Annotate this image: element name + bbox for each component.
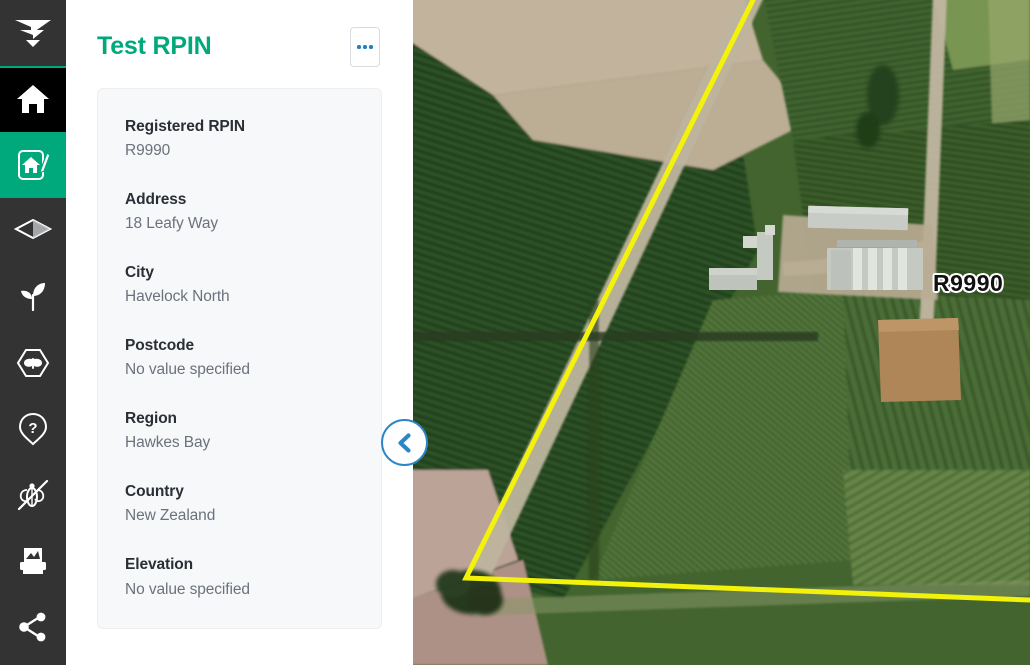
satellite-basemap — [413, 0, 1030, 665]
page-title: Test RPIN — [97, 32, 212, 61]
field-value: Hawkes Bay — [125, 434, 211, 452]
field-value: R9990 — [125, 142, 171, 160]
field-label: City — [125, 264, 154, 282]
field-value: Havelock North — [125, 288, 230, 306]
share-icon — [17, 611, 49, 643]
sidebar-item-no-pest[interactable] — [0, 462, 66, 528]
svg-text:?: ? — [28, 420, 37, 437]
sidebar-accent-divider — [0, 66, 66, 68]
field-elevation: Elevation No value specified — [125, 553, 381, 602]
more-options-button[interactable] — [350, 27, 380, 67]
field-label: Elevation — [125, 556, 194, 574]
seedling-icon — [16, 280, 50, 314]
sidebar-item-print-map[interactable] — [0, 528, 66, 594]
print-map-icon — [16, 545, 50, 577]
field-region: Region Hawkes Bay — [125, 407, 381, 456]
map-canvas[interactable]: R9990 — [413, 0, 1030, 665]
field-value: No value specified — [125, 580, 250, 598]
field-value: 18 Leafy Way — [125, 215, 218, 233]
sidebar-item-crops[interactable] — [0, 264, 66, 330]
sidebar-item-logo[interactable] — [0, 0, 66, 66]
field-city: City Havelock North — [125, 261, 381, 310]
field-postcode: Postcode No value specified — [125, 334, 381, 383]
sidebar-item-pests[interactable] — [0, 330, 66, 396]
field-value: New Zealand — [125, 507, 216, 525]
field-label: Country — [125, 483, 184, 501]
sidebar-item-layers[interactable] — [0, 198, 66, 264]
field-registered-rpin: Registered RPIN R9990 — [125, 115, 381, 164]
field-label: Postcode — [125, 337, 194, 355]
collapse-panel-button[interactable] — [381, 419, 428, 466]
field-address: Address 18 Leafy Way — [125, 188, 381, 237]
chevron-left-icon — [394, 432, 416, 454]
dot-1 — [357, 45, 361, 49]
sidebar-item-unknown-find[interactable]: ? — [0, 396, 66, 462]
field-country: Country New Zealand — [125, 480, 381, 529]
insect-slashed-icon — [16, 478, 50, 512]
rpin-detail-panel: Test RPIN Registered RPIN R9990 Address … — [66, 0, 413, 665]
panel-header: Test RPIN — [66, 0, 413, 72]
insect-hexagon-icon — [16, 347, 50, 379]
dot-3 — [369, 45, 373, 49]
house-edit-icon — [15, 147, 51, 183]
layers-icon — [14, 217, 52, 245]
sidebar-item-share[interactable] — [0, 594, 66, 660]
paper-plane-logo-icon — [13, 17, 53, 49]
sidebar-item-home[interactable] — [0, 66, 66, 132]
app-root: ? Test RPIN Registered RPIN R9990 Addres… — [0, 0, 1030, 665]
question-pin-icon: ? — [18, 412, 48, 446]
field-label: Registered RPIN — [125, 118, 245, 135]
field-label: Address — [125, 191, 187, 209]
home-icon — [16, 83, 50, 115]
dot-2 — [363, 45, 367, 49]
rpin-detail-card: Registered RPIN R9990 Address 18 Leafy W… — [97, 88, 382, 630]
main-sidebar: ? — [0, 0, 66, 665]
sidebar-item-property-registration[interactable] — [0, 132, 66, 198]
field-value: No value specified — [125, 361, 250, 379]
field-label: Region — [125, 410, 177, 428]
